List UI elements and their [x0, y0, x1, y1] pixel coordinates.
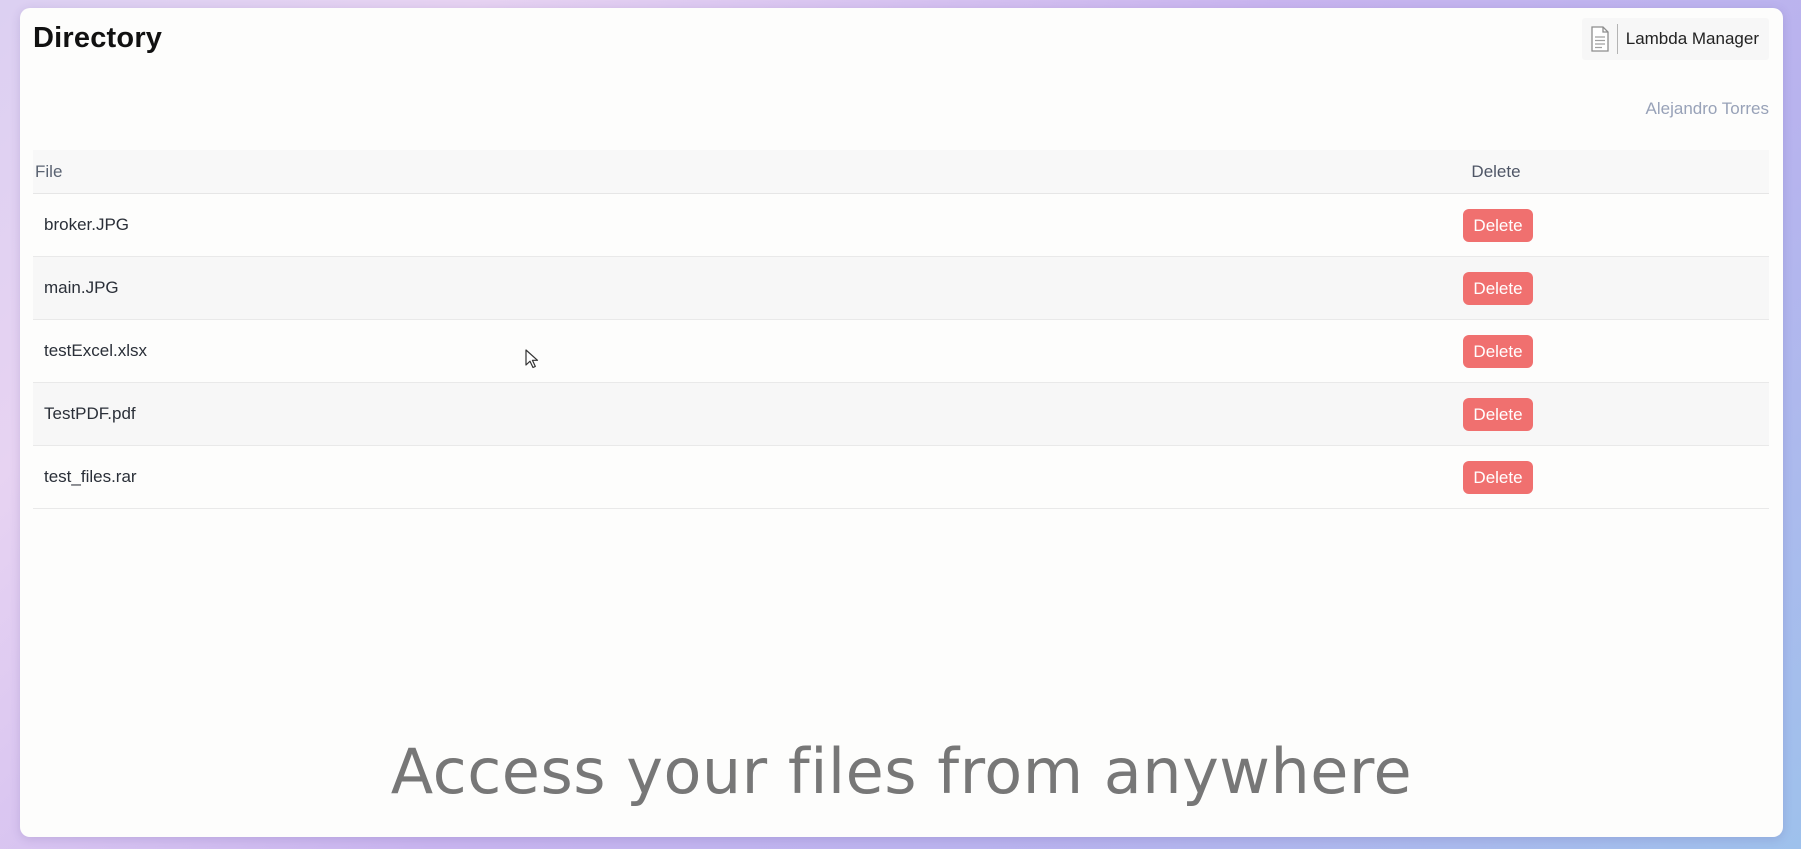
- table-row: broker.JPG Delete: [33, 194, 1769, 257]
- delete-button[interactable]: Delete: [1463, 461, 1533, 494]
- delete-button[interactable]: Delete: [1463, 272, 1533, 305]
- table-row: testExcel.xlsx Delete: [33, 320, 1769, 383]
- document-icon: [1591, 26, 1609, 52]
- app-name: Lambda Manager: [1625, 29, 1759, 48]
- delete-button[interactable]: Delete: [1463, 335, 1533, 368]
- file-name[interactable]: broker.JPG: [33, 215, 129, 235]
- table-row: main.JPG Delete: [33, 257, 1769, 320]
- user-name[interactable]: Alejandro Torres: [1646, 99, 1769, 119]
- badge-divider: [1616, 24, 1618, 54]
- file-name[interactable]: main.JPG: [33, 278, 119, 298]
- tagline-caption: Access your files from anywhere: [390, 735, 1413, 808]
- mouse-pointer-icon: [525, 349, 539, 369]
- file-name[interactable]: TestPDF.pdf: [33, 404, 136, 424]
- table-header: File Delete: [33, 150, 1769, 194]
- app-badge: Lambda Manager: [1581, 18, 1769, 60]
- app-window: Directory Lambda Manager Alejandro Torre…: [20, 8, 1783, 837]
- file-name[interactable]: testExcel.xlsx: [33, 341, 147, 361]
- table-row: TestPDF.pdf Delete: [33, 383, 1769, 446]
- delete-button[interactable]: Delete: [1463, 209, 1533, 242]
- table-row: test_files.rar Delete: [33, 446, 1769, 509]
- delete-button[interactable]: Delete: [1463, 398, 1533, 431]
- column-header-file: File: [35, 161, 63, 181]
- file-name[interactable]: test_files.rar: [33, 467, 137, 487]
- column-header-delete: Delete: [1471, 161, 1521, 181]
- page-title: Directory: [33, 22, 163, 54]
- file-table: File Delete broker.JPG Delete main.JPG D…: [33, 150, 1769, 509]
